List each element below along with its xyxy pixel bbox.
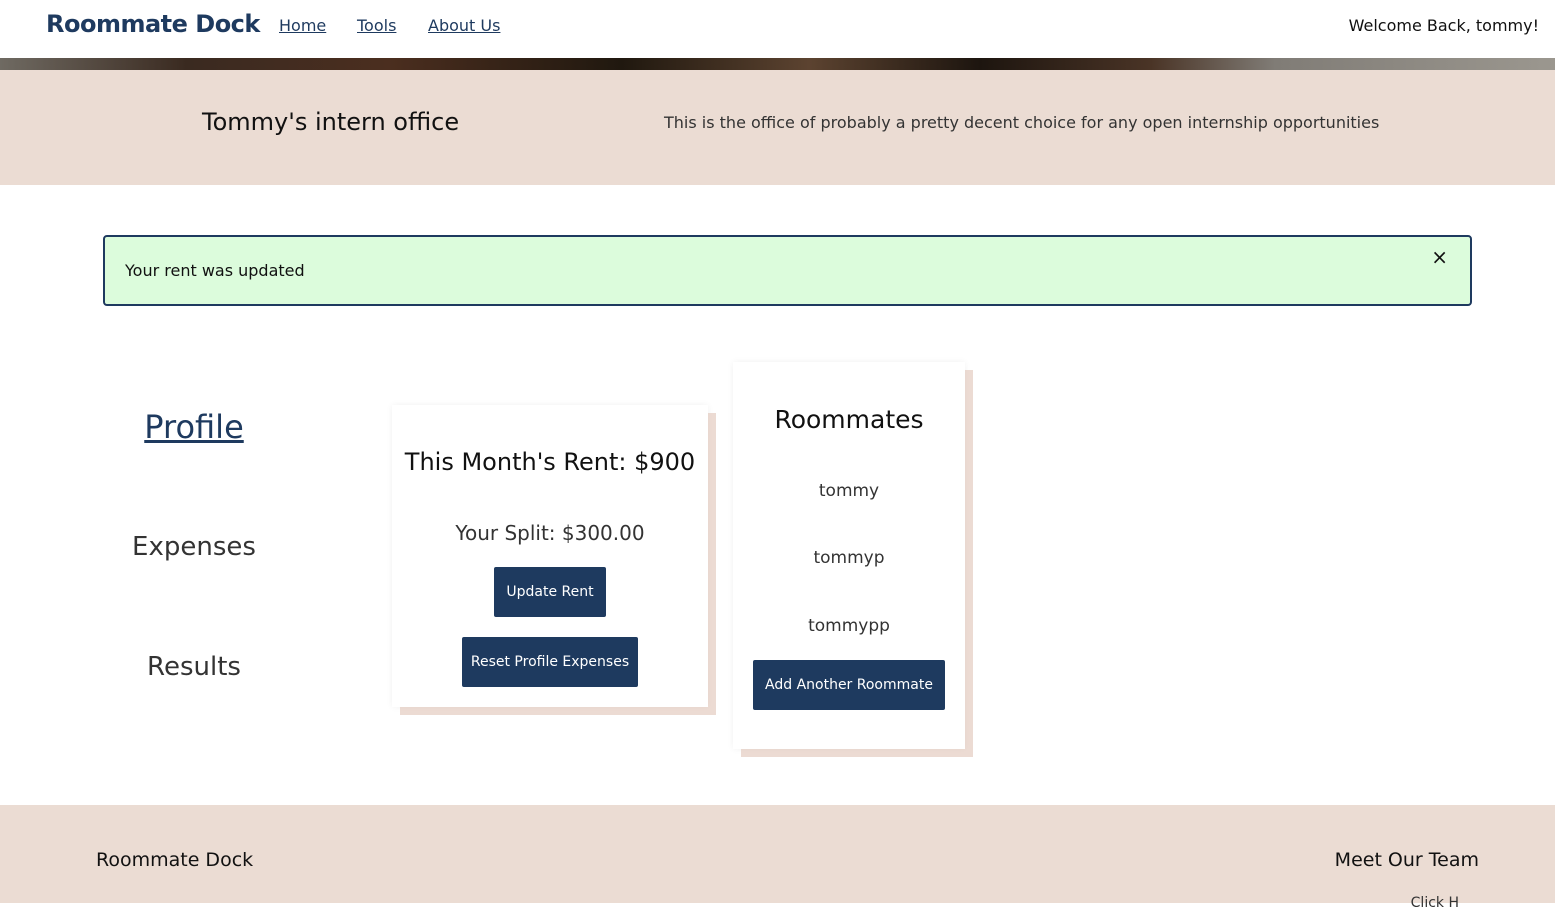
office-title: Tommy's intern office [202,108,460,136]
roommate-name: tommy [818,481,880,501]
sidebar-item-expenses[interactable]: Expenses [84,532,304,562]
sidebar-item-profile[interactable]: Profile [84,408,304,446]
nav-link-tools[interactable]: Tools [357,16,396,35]
rent-card: This Month's Rent: $900 Your Split: $300… [392,405,708,707]
success-alert: Your rent was updated × [103,235,1472,306]
meet-our-team-heading: Meet Our Team [1334,849,1479,871]
roommate-name: tommypp [808,616,890,636]
sidebar-item-results[interactable]: Results [84,652,304,682]
footer: Roommate Dock Meet Our Team Click H [0,805,1555,911]
office-description: This is the office of probably a pretty … [664,113,1380,132]
brand-logo[interactable]: Roommate Dock [46,10,260,38]
nav-link-home[interactable]: Home [279,16,326,35]
roommate-name: tommyp [813,548,885,568]
update-rent-button[interactable]: Update Rent [494,567,606,617]
rent-title: This Month's Rent: $900 [404,448,696,476]
office-hero: Tommy's intern office This is the office… [0,70,1555,185]
footer-partial-link[interactable]: Click H [1411,895,1459,911]
welcome-message: Welcome Back, tommy! [1348,16,1539,35]
add-roommate-button[interactable]: Add Another Roommate [753,660,945,710]
roommates-title: Roommates [774,405,924,434]
nav-link-about-us[interactable]: About Us [428,16,500,35]
your-split: Your Split: $300.00 [455,521,645,545]
close-icon[interactable]: × [1431,247,1448,267]
top-navbar: Roommate Dock Home Tools About Us Welcom… [0,0,1555,58]
header-photo-strip [0,58,1555,70]
footer-brand: Roommate Dock [96,849,254,871]
roommates-card: Roommates tommy tommyp tommypp Add Anoth… [733,362,965,749]
reset-profile-expenses-button[interactable]: Reset Profile Expenses [462,637,638,687]
alert-message: Your rent was updated [125,261,305,280]
